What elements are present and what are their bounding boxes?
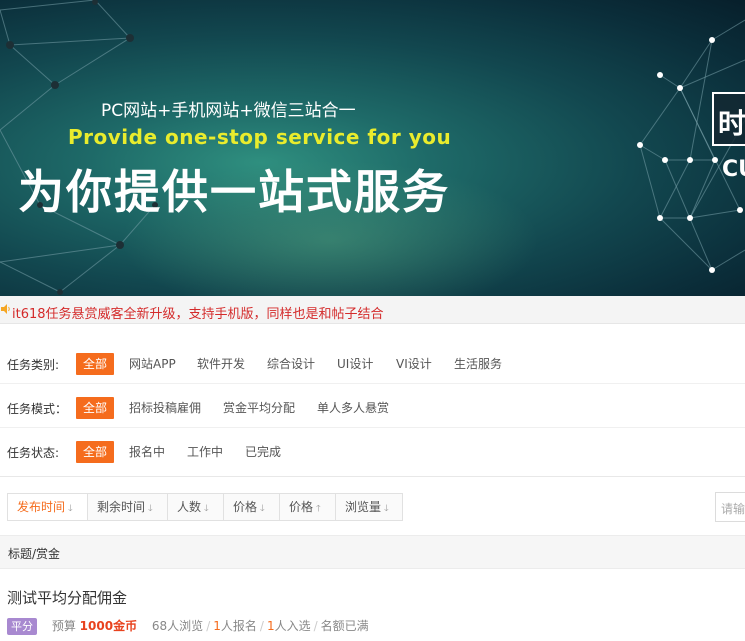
selected-text: 人入选 [274, 619, 311, 633]
status-all[interactable]: 全部 [76, 441, 115, 463]
banner-english-slogan: Provide one-stop service for you [68, 125, 452, 149]
category-vi[interactable]: VI设计 [396, 353, 432, 375]
views-count: 68人浏览 [151, 619, 204, 633]
sort-price-desc[interactable]: 价格 🡓 [224, 494, 280, 520]
sort-views[interactable]: 浏览量 🡓 [336, 494, 403, 520]
banner-side-text: CU [722, 157, 745, 182]
sort-label: 剩余时间 [97, 500, 146, 514]
arrow-down-icon: 🡓 [68, 504, 73, 514]
category-website-app[interactable]: 网站APP [129, 353, 176, 375]
sort-remaining-time[interactable]: 剩余时间 🡓 [88, 494, 168, 520]
status-working[interactable]: 工作中 [187, 441, 223, 463]
sort-price-asc[interactable]: 价格 🡑 [280, 494, 336, 520]
status-done[interactable]: 已完成 [245, 441, 281, 463]
notice-link[interactable]: it618任务悬赏威客全新升级，支持手机版，同样也是和帖子结合 [12, 303, 384, 322]
speaker-icon [1, 304, 10, 314]
search-input[interactable]: 请输 [715, 492, 745, 522]
selected-count: 1 [266, 619, 275, 633]
sort-label: 价格 [289, 500, 314, 514]
notice-bar: it618任务悬赏威客全新升级，支持手机版，同样也是和帖子结合 [0, 296, 745, 324]
status-signup[interactable]: 报名中 [129, 441, 165, 463]
sort-label: 价格 [233, 500, 258, 514]
mode-split[interactable]: 赏金平均分配 [223, 397, 295, 419]
sort-people[interactable]: 人数 🡓 [168, 494, 224, 520]
filter-status-label: 任务状态: [7, 446, 60, 460]
banner-headline: 为你提供一站式服务 [18, 165, 450, 219]
task-meta: 平分 预算 1000金币 68人浏览/1人报名/1人入选 / 名额已满 [7, 617, 369, 635]
task-type-tag: 平分 [7, 618, 37, 635]
signup-text: 人报名 [220, 619, 257, 633]
task-title-link[interactable]: 测试平均分配佣金 [7, 587, 127, 608]
filter-mode: 任务模式： 全部 招标投稿雇佣 赏金平均分配 单人多人悬赏 [0, 386, 745, 428]
budget-label: 预算 [51, 619, 76, 633]
filter-status: 任务状态: 全部 报名中 工作中 已完成 [0, 430, 745, 472]
mode-bidding[interactable]: 招标投稿雇佣 [129, 397, 201, 419]
filter-mode-label: 任务模式： [7, 402, 68, 416]
sort-label: 发布时间 [17, 500, 66, 514]
arrow-up-icon: 🡑 [316, 504, 321, 514]
sort-bar: 发布时间 🡓 剩余时间 🡓 人数 🡓 价格 🡓 价格 🡑 浏览量 🡓 [7, 493, 403, 521]
meta-divider: / [259, 619, 264, 633]
meta-divider: / [206, 619, 211, 633]
divider [0, 476, 745, 477]
arrow-down-icon: 🡓 [260, 504, 265, 514]
banner-subtitle: PC网站+手机网站+微信三站合一 [101, 101, 356, 121]
filter-category-label: 任务类别: [7, 358, 60, 372]
signup-count: 1 [213, 619, 221, 633]
meta-divider: / [313, 619, 318, 633]
category-life[interactable]: 生活服务 [454, 353, 502, 375]
mode-bounty[interactable]: 单人多人悬赏 [317, 397, 389, 419]
category-software[interactable]: 软件开发 [197, 353, 245, 375]
hero-banner[interactable]: PC网站+手机网站+微信三站合一 Provide one-stop servic… [0, 0, 745, 296]
sort-label: 人数 [177, 500, 202, 514]
budget-value: 1000金币 [79, 619, 138, 633]
sort-label: 浏览量 [345, 500, 382, 514]
list-header-title: 标题/赏金 [8, 547, 61, 561]
sort-publish-time[interactable]: 发布时间 🡓 [8, 494, 88, 520]
category-design[interactable]: 综合设计 [267, 353, 315, 375]
arrow-down-icon: 🡓 [204, 504, 209, 514]
category-all[interactable]: 全部 [76, 353, 115, 375]
category-ui[interactable]: UI设计 [337, 353, 373, 375]
arrow-down-icon: 🡓 [384, 504, 389, 514]
filter-category: 任务类别: 全部 网站APP 软件开发 综合设计 UI设计 VI设计 生活服务 [0, 342, 745, 384]
mode-all[interactable]: 全部 [76, 397, 115, 419]
arrow-down-icon: 🡓 [148, 504, 153, 514]
banner-side-badge: 时 [712, 92, 745, 146]
list-header: 标题/赏金 [0, 535, 745, 569]
quota-status: 名额已满 [320, 619, 369, 633]
